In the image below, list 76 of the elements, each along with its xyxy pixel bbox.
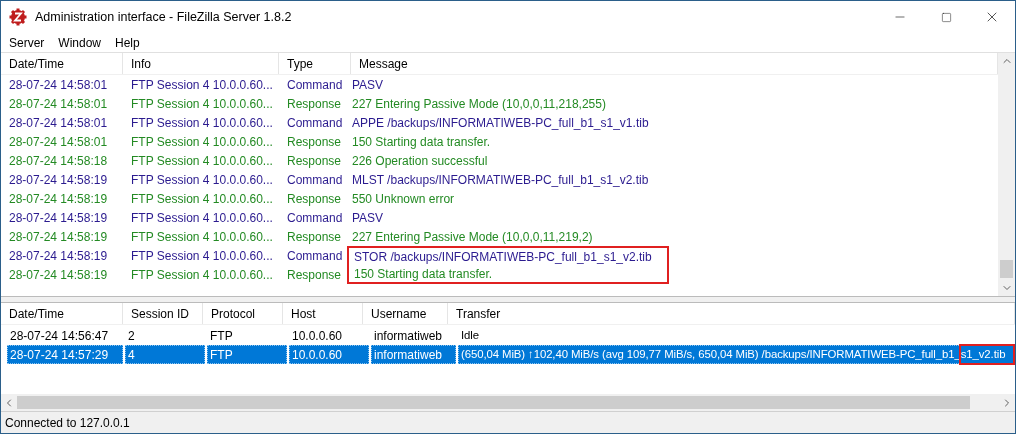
column-header[interactable]: Date/Time bbox=[1, 303, 123, 324]
table-cell-text: Command bbox=[286, 247, 344, 265]
table-cell-text: PASV bbox=[351, 76, 385, 94]
table-cell-text: Command bbox=[286, 171, 344, 189]
scrollbar-thumb[interactable] bbox=[17, 396, 970, 409]
table-cell-text: Response bbox=[286, 152, 343, 170]
table-cell: informatiweb bbox=[371, 345, 456, 364]
table-cell-text: Response bbox=[286, 190, 343, 208]
table-cell-text: Command bbox=[286, 114, 344, 132]
table-cell-text: FTP Session 4 10.0.0.60... bbox=[130, 266, 274, 284]
table-cell-text: Response bbox=[286, 95, 343, 113]
table-cell-text: FTP Session 4 10.0.0.60... bbox=[130, 228, 274, 246]
table-cell-text: Response bbox=[286, 266, 343, 284]
table-cell-text: 28-07-24 14:58:01 bbox=[8, 95, 109, 113]
scrollbar-thumb[interactable] bbox=[1000, 260, 1013, 278]
table-cell-text: APPE /backups/INFORMATIWEB-PC_full_b1_s1_v1.tib bbox=[351, 114, 650, 132]
table-cell-text: Response bbox=[286, 133, 343, 151]
table-cell-text: 227 Entering Passive Mode (10,0,0,11,219,2) bbox=[351, 228, 594, 246]
session-row[interactable]: 28-07-24 14:56:47 2 FTP 10.0.0.60 informatiweb Idle bbox=[7, 326, 1015, 345]
column-header[interactable]: Type bbox=[279, 53, 351, 74]
table-cell: 28-07-24 14:57:29 bbox=[7, 345, 123, 364]
table-cell-text: FTP bbox=[209, 327, 234, 345]
table-cell-text: FTP Session 4 10.0.0.60... bbox=[130, 171, 274, 189]
table-cell-text: informatiweb bbox=[373, 327, 444, 345]
table-cell-text: 28-07-24 14:58:01 bbox=[8, 114, 109, 132]
table-cell-text: PASV bbox=[351, 209, 385, 227]
horizontal-scrollbar[interactable] bbox=[1, 394, 1015, 411]
table-cell-text: 28-07-24 14:58:19 bbox=[8, 228, 109, 246]
status-text: Connected to 127.0.0.1 bbox=[4, 414, 131, 432]
table-cell-text: Command bbox=[286, 209, 344, 227]
table-cell-text: FTP Session 4 10.0.0.60... bbox=[130, 247, 274, 265]
column-header[interactable]: Info bbox=[123, 53, 279, 74]
table-cell-text: 28-07-24 14:58:19 bbox=[8, 190, 109, 208]
column-header[interactable]: Session ID bbox=[123, 303, 203, 324]
table-cell-text: 28-07-24 14:58:19 bbox=[8, 209, 109, 227]
table-cell-text: FTP Session 4 10.0.0.60... bbox=[130, 152, 274, 170]
table-cell-text: 28-07-24 14:58:19 bbox=[8, 266, 109, 284]
table-cell-text: 28-07-24 14:56:47 bbox=[9, 327, 110, 345]
table-cell: FTP bbox=[207, 345, 287, 364]
maximize-icon bbox=[940, 11, 952, 23]
table-cell-text: Command bbox=[286, 76, 344, 94]
window-title: Administration interface - FileZilla Server 1.8.2 bbox=[35, 8, 292, 26]
menu-item[interactable]: Help bbox=[108, 33, 147, 52]
column-header[interactable]: Protocol bbox=[203, 303, 283, 324]
app-icon bbox=[9, 8, 27, 26]
table-cell: 150 Starting data transfer. bbox=[347, 265, 669, 284]
table-cell-text: FTP Session 4 10.0.0.60... bbox=[130, 133, 274, 151]
table-cell-text: 28-07-24 14:58:19 bbox=[8, 171, 109, 189]
table-cell-text: 226 Operation successful bbox=[351, 152, 489, 170]
table-cell-text: FTP Session 4 10.0.0.60... bbox=[130, 95, 274, 113]
table-cell-text: FTP Session 4 10.0.0.60... bbox=[130, 76, 274, 94]
column-header[interactable]: Date/Time bbox=[1, 53, 123, 74]
table-cell-text: FTP Session 4 10.0.0.60... bbox=[130, 190, 274, 208]
column-header[interactable]: Transfer bbox=[448, 303, 1015, 324]
table-cell-text: 150 Starting data transfer. bbox=[351, 133, 492, 151]
table-cell-text: 2 bbox=[127, 327, 136, 345]
column-header[interactable]: Host bbox=[283, 303, 363, 324]
table-cell-text: 550 Unknown error bbox=[351, 190, 456, 208]
vertical-scrollbar[interactable] bbox=[998, 53, 1015, 296]
table-cell-text: FTP Session 4 10.0.0.60... bbox=[130, 209, 274, 227]
table-cell-text: FTP Session 4 10.0.0.60... bbox=[130, 114, 274, 132]
table-cell-text: MLST /backups/INFORMATIWEB-PC_full_b1_s1_v2.tib bbox=[351, 171, 650, 189]
table-cell: STOR /backups/INFORMATIWEB-PC_full_b1_s1_v2.tib bbox=[347, 246, 669, 265]
table-cell-text: 227 Entering Passive Mode (10,0,0,11,218,255) bbox=[351, 95, 607, 113]
menu-item[interactable]: Server bbox=[1, 33, 52, 52]
table-cell-text: 10.0.0.60 bbox=[291, 327, 344, 345]
column-header[interactable]: Username bbox=[363, 303, 448, 324]
table-cell: 10.0.0.60 bbox=[289, 345, 369, 364]
table-cell-text: Response bbox=[286, 228, 343, 246]
menu-item[interactable]: Window bbox=[51, 33, 109, 52]
table-cell-text: 28-07-24 14:58:01 bbox=[8, 133, 109, 151]
table-cell: 4 bbox=[125, 345, 205, 364]
table-cell-text: 28-07-24 14:58:19 bbox=[8, 247, 109, 265]
table-cell-text: 28-07-24 14:58:18 bbox=[8, 152, 109, 170]
table-cell-text: Idle bbox=[460, 327, 480, 343]
table-cell-text: 28-07-24 14:58:01 bbox=[8, 76, 109, 94]
